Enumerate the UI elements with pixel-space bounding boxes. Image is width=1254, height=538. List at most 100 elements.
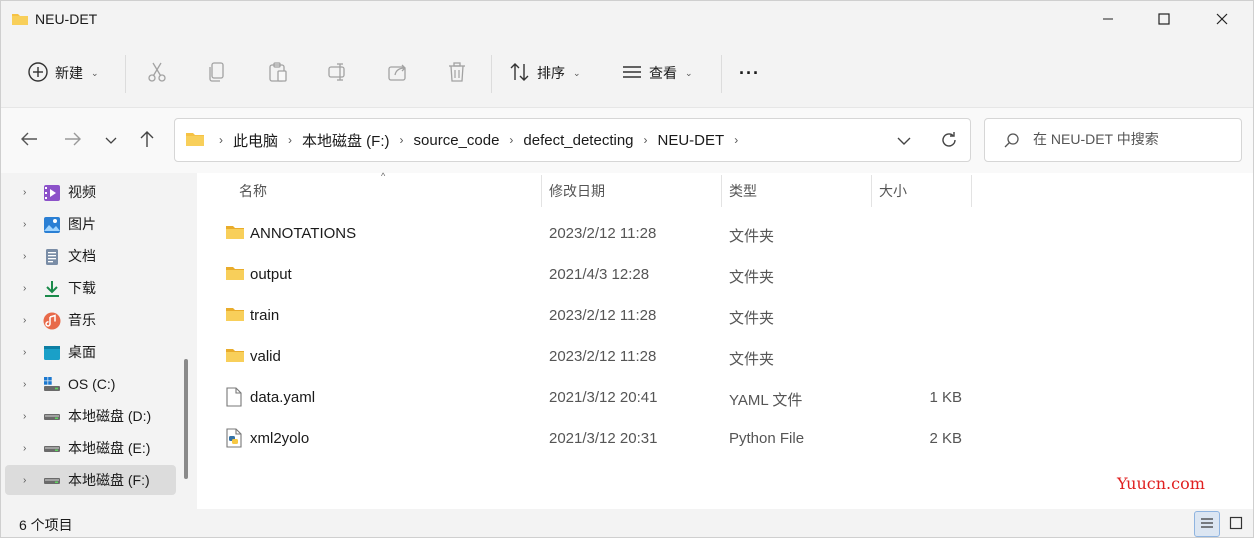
up-button[interactable] — [135, 128, 159, 152]
sort-button[interactable]: 排序 ⌄ — [509, 59, 581, 87]
details-view-button[interactable] — [1194, 511, 1220, 537]
chevron-right-icon[interactable]: › — [640, 133, 652, 147]
sidebar-item-drive-c[interactable]: › OS (C:) — [5, 369, 176, 399]
table-row[interactable]: xml2yolo 2021/3/12 20:31 Python File 2 K… — [217, 420, 977, 456]
column-header-modified[interactable]: 修改日期 — [549, 181, 605, 201]
minimize-button[interactable] — [1085, 1, 1131, 37]
file-name: valid — [250, 348, 281, 365]
chevron-right-icon[interactable]: › — [23, 283, 26, 294]
more-options-button[interactable]: ··· — [739, 59, 760, 87]
file-modified: 2021/3/12 20:41 — [549, 389, 658, 406]
table-row[interactable]: valid 2023/2/12 11:28 文件夹 — [217, 338, 977, 374]
new-button[interactable]: 新建 ⌄ — [27, 59, 99, 87]
chevron-right-icon[interactable]: › — [284, 133, 296, 147]
address-bar[interactable]: › 此电脑 › 本地磁盘 (F:) › source_code › defect… — [174, 118, 971, 162]
folder-icon — [225, 305, 245, 325]
breadcrumb-drive-f[interactable]: 本地磁盘 (F:) — [296, 130, 396, 151]
document-icon — [43, 248, 61, 266]
file-type: 文件夹 — [729, 351, 775, 368]
chevron-right-icon[interactable]: › — [396, 133, 408, 147]
sidebar-item-documents[interactable]: › 文档 — [5, 241, 176, 271]
chevron-right-icon[interactable]: › — [23, 187, 26, 198]
column-divider[interactable] — [871, 175, 872, 207]
forward-button[interactable] — [61, 128, 85, 152]
sidebar-item-music[interactable]: › 音乐 — [5, 305, 176, 335]
chevron-right-icon[interactable]: › — [23, 379, 26, 390]
cut-button[interactable] — [147, 59, 167, 87]
search-input[interactable] — [1033, 131, 1233, 147]
column-divider[interactable] — [721, 175, 722, 207]
sidebar-scrollbar[interactable] — [184, 187, 188, 479]
sidebar-item-label: 本地磁盘 (F:) — [68, 472, 150, 488]
chevron-right-icon[interactable]: › — [23, 219, 26, 230]
sidebar-item-downloads[interactable]: › 下载 — [5, 273, 176, 303]
sidebar-item-drive-e[interactable]: › 本地磁盘 (E:) — [5, 433, 176, 463]
refresh-button[interactable] — [939, 130, 959, 153]
folder-icon — [225, 223, 245, 243]
delete-button[interactable] — [447, 59, 467, 87]
column-divider[interactable] — [971, 175, 972, 207]
breadcrumb-this-pc[interactable]: 此电脑 — [227, 130, 284, 151]
tiles-view-button[interactable] — [1223, 511, 1249, 537]
view-list-icon — [621, 61, 643, 86]
music-icon — [43, 312, 61, 330]
trash-icon — [447, 61, 467, 86]
chevron-right-icon[interactable]: › — [505, 133, 517, 147]
details-view-icon — [1200, 516, 1214, 532]
scrollbar-thumb[interactable] — [184, 359, 188, 479]
chevron-right-icon[interactable]: › — [23, 251, 26, 262]
table-row[interactable]: ANNOTATIONS 2023/2/12 11:28 文件夹 — [217, 215, 977, 251]
file-type: 文件夹 — [729, 310, 775, 327]
toolbar-divider — [491, 55, 492, 93]
column-header-size[interactable]: 大小 — [879, 181, 907, 201]
sidebar-item-videos[interactable]: › 视频 — [5, 177, 176, 207]
file-size: 2 KB — [929, 430, 962, 447]
share-button[interactable] — [387, 59, 409, 87]
back-button[interactable] — [17, 128, 41, 152]
close-button[interactable] — [1199, 1, 1245, 37]
breadcrumb-defect-detecting[interactable]: defect_detecting — [517, 132, 639, 149]
sidebar-item-label: 本地磁盘 (D:) — [68, 408, 152, 424]
toolbar-divider — [125, 55, 126, 93]
arrow-up-icon — [139, 130, 155, 151]
chevron-right-icon[interactable]: › — [23, 475, 26, 486]
sidebar-item-drive-f[interactable]: › 本地磁盘 (F:) — [5, 465, 176, 495]
chevron-right-icon: › — [219, 133, 223, 147]
tiles-view-icon — [1229, 516, 1243, 533]
breadcrumb-neu-det[interactable]: NEU-DET — [652, 132, 731, 149]
chevron-right-icon[interactable]: › — [23, 443, 26, 454]
download-icon — [43, 280, 61, 298]
address-history-button[interactable] — [897, 133, 911, 149]
file-icon — [225, 387, 245, 407]
column-divider[interactable] — [541, 175, 542, 207]
arrow-left-icon — [20, 131, 38, 150]
chevron-right-icon[interactable]: › — [23, 347, 26, 358]
paste-button[interactable] — [267, 59, 289, 87]
sidebar-item-drive-d[interactable]: › 本地磁盘 (D:) — [5, 401, 176, 431]
chevron-right-icon[interactable]: › — [730, 133, 742, 147]
sort-ascending-icon: ^ — [381, 171, 386, 181]
sidebar-item-desktop[interactable]: › 桌面 — [5, 337, 176, 367]
file-name: ANNOTATIONS — [250, 225, 357, 242]
breadcrumb-source-code[interactable]: source_code — [408, 132, 506, 149]
copy-icon — [207, 61, 227, 86]
search-box[interactable] — [984, 118, 1242, 162]
table-row[interactable]: data.yaml 2021/3/12 20:41 YAML 文件 1 KB — [217, 379, 977, 415]
column-header-type[interactable]: 类型 — [729, 181, 757, 201]
desktop-icon — [43, 344, 61, 362]
table-row[interactable]: output 2021/4/3 12:28 文件夹 — [217, 256, 977, 292]
window-title: NEU-DET — [35, 11, 98, 27]
command-bar: 新建 ⌄ 排序 ⌄ 查看 ⌄ ··· — [1, 39, 1253, 107]
table-row[interactable]: train 2023/2/12 11:28 文件夹 — [217, 297, 977, 333]
sidebar-item-pictures[interactable]: › 图片 — [5, 209, 176, 239]
copy-button[interactable] — [207, 59, 227, 87]
column-header-name[interactable]: 名称 — [239, 181, 267, 201]
view-button[interactable]: 查看 ⌄ — [621, 59, 693, 87]
rename-button[interactable] — [327, 59, 349, 87]
maximize-button[interactable] — [1141, 1, 1187, 37]
file-name: xml2yolo — [250, 430, 310, 447]
chevron-right-icon[interactable]: › — [23, 411, 26, 422]
recent-locations-button[interactable] — [99, 128, 123, 152]
windows-drive-icon — [43, 376, 61, 394]
chevron-right-icon[interactable]: › — [23, 315, 26, 326]
